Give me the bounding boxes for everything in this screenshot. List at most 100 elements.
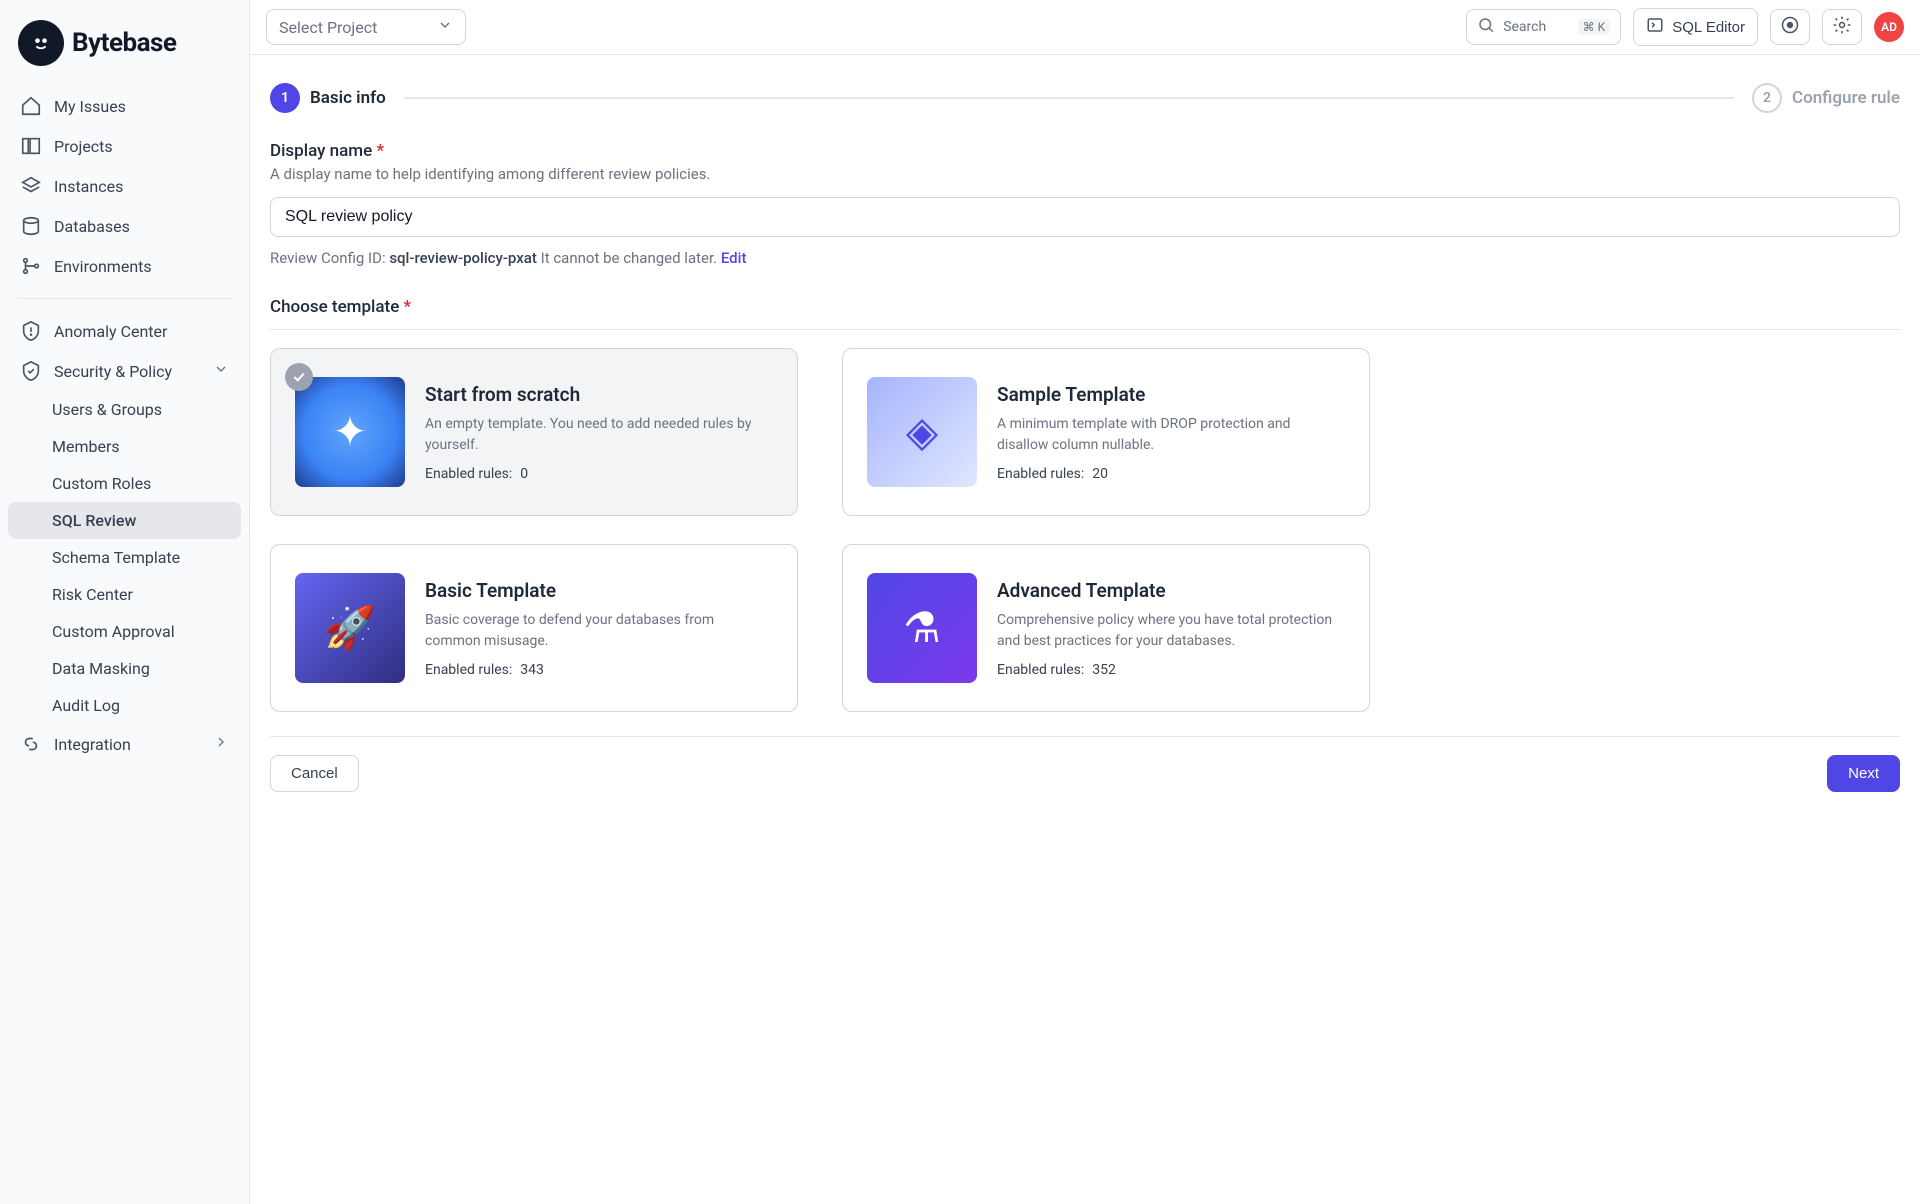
next-button[interactable]: Next <box>1827 755 1900 792</box>
avatar-initials: AD <box>1881 20 1897 34</box>
sidebar-item-label: Custom Roles <box>52 474 151 493</box>
template-illustration-icon: ◈ <box>867 377 977 487</box>
template-illustration-icon: ⚗ <box>867 573 977 683</box>
template-illustration-icon: 🚀 <box>295 573 405 683</box>
sidebar-item-custom-approval[interactable]: Custom Approval <box>8 613 241 650</box>
projects-icon <box>20 135 42 157</box>
template-rules-count: Enabled rules:343 <box>425 662 773 678</box>
sidebar-item-data-masking[interactable]: Data Masking <box>8 650 241 687</box>
template-illustration-icon: ✦ <box>295 377 405 487</box>
search-input[interactable]: Search ⌘ K <box>1466 9 1621 45</box>
terminal-icon <box>1646 16 1664 38</box>
sidebar-item-databases[interactable]: Databases <box>8 206 241 246</box>
step-configure-rule: 2 Configure rule <box>1752 83 1900 113</box>
sidebar-item-anomaly-center[interactable]: Anomaly Center <box>8 311 241 351</box>
template-description: Basic coverage to defend your databases … <box>425 610 773 652</box>
main: Select Project Search ⌘ K SQL Editor AD <box>250 0 1920 1204</box>
step-number: 2 <box>1752 83 1782 113</box>
sidebar-item-label: Instances <box>54 177 123 196</box>
template-description: Comprehensive policy where you have tota… <box>997 610 1345 652</box>
template-title: Start from scratch <box>425 383 773 406</box>
sidebar-item-label: Databases <box>54 217 130 236</box>
sql-editor-button[interactable]: SQL Editor <box>1633 8 1758 46</box>
display-name-label: Display name * <box>270 141 1900 161</box>
brand-name: Bytebase <box>72 28 176 58</box>
step-label: Configure rule <box>1792 88 1900 108</box>
review-config-id: sql-review-policy-pxat <box>389 249 537 267</box>
template-card-advanced[interactable]: ⚗ Advanced Template Comprehensive policy… <box>842 544 1370 712</box>
sidebar: Bytebase My Issues Projects Instances Da… <box>0 0 250 1204</box>
sidebar-item-environments[interactable]: Environments <box>8 246 241 286</box>
search-shortcut: ⌘ K <box>1578 19 1611 35</box>
required-indicator: * <box>376 141 384 161</box>
step-basic-info: 1 Basic info <box>270 83 386 113</box>
database-icon <box>20 215 42 237</box>
template-card-basic[interactable]: 🚀 Basic Template Basic coverage to defen… <box>270 544 798 712</box>
nav-divider <box>18 298 231 299</box>
sidebar-item-custom-roles[interactable]: Custom Roles <box>8 465 241 502</box>
required-indicator: * <box>404 297 412 317</box>
review-config-id-line: Review Config ID: sql-review-policy-pxat… <box>270 249 1900 267</box>
sidebar-item-label: My Issues <box>54 97 126 116</box>
circle-dot-icon <box>1780 15 1800 39</box>
sidebar-item-projects[interactable]: Projects <box>8 126 241 166</box>
sidebar-item-label: SQL Review <box>52 511 136 530</box>
sidebar-item-users-groups[interactable]: Users & Groups <box>8 391 241 428</box>
avatar[interactable]: AD <box>1874 12 1904 42</box>
step-number: 1 <box>270 83 300 113</box>
search-placeholder: Search <box>1503 19 1546 35</box>
brand-logo[interactable]: Bytebase <box>8 12 241 86</box>
sidebar-item-label: Custom Approval <box>52 622 175 641</box>
branch-icon <box>20 255 42 277</box>
template-rules-count: Enabled rules:0 <box>425 466 773 482</box>
project-selector-label: Select Project <box>279 18 377 37</box>
record-button[interactable] <box>1770 9 1810 45</box>
step-connector <box>404 97 1734 99</box>
sidebar-item-label: Integration <box>54 735 131 754</box>
cancel-button[interactable]: Cancel <box>270 755 359 792</box>
template-card-scratch[interactable]: ✦ Start from scratch An empty template. … <box>270 348 798 516</box>
section-divider <box>270 329 1900 330</box>
template-title: Basic Template <box>425 579 773 602</box>
sidebar-item-instances[interactable]: Instances <box>8 166 241 206</box>
chevron-down-icon <box>437 17 453 37</box>
sidebar-item-my-issues[interactable]: My Issues <box>8 86 241 126</box>
template-rules-count: Enabled rules:20 <box>997 466 1345 482</box>
sidebar-item-label: Security & Policy <box>54 362 172 381</box>
sidebar-item-label: Anomaly Center <box>54 322 167 341</box>
sidebar-item-label: Schema Template <box>52 548 180 567</box>
gear-icon <box>1832 15 1852 39</box>
template-card-sample[interactable]: ◈ Sample Template A minimum template wit… <box>842 348 1370 516</box>
sidebar-item-label: Audit Log <box>52 696 120 715</box>
template-title: Advanced Template <box>997 579 1345 602</box>
sidebar-item-sql-review[interactable]: SQL Review <box>8 502 241 539</box>
brand-mark-icon <box>18 20 64 66</box>
layers-icon <box>20 175 42 197</box>
step-label: Basic info <box>310 88 386 108</box>
sidebar-item-members[interactable]: Members <box>8 428 241 465</box>
display-name-input[interactable] <box>270 197 1900 237</box>
chevron-right-icon <box>213 734 229 754</box>
sidebar-item-label: Members <box>52 437 120 456</box>
sidebar-item-audit-log[interactable]: Audit Log <box>8 687 241 724</box>
wizard-steps: 1 Basic info 2 Configure rule <box>270 83 1900 113</box>
home-icon <box>20 95 42 117</box>
project-selector[interactable]: Select Project <box>266 9 466 45</box>
sidebar-item-schema-template[interactable]: Schema Template <box>8 539 241 576</box>
sidebar-item-integration[interactable]: Integration <box>8 724 241 764</box>
display-name-hint: A display name to help identifying among… <box>270 165 1900 183</box>
selected-check-icon <box>285 363 313 391</box>
template-title: Sample Template <box>997 383 1345 406</box>
template-description: An empty template. You need to add neede… <box>425 414 773 456</box>
sidebar-item-risk-center[interactable]: Risk Center <box>8 576 241 613</box>
footer: Cancel Next <box>270 755 1900 792</box>
settings-button[interactable] <box>1822 9 1862 45</box>
shield-check-icon <box>20 360 42 382</box>
template-rules-count: Enabled rules:352 <box>997 662 1345 678</box>
content: 1 Basic info 2 Configure rule Display na… <box>250 55 1920 1204</box>
sidebar-item-label: Environments <box>54 257 152 276</box>
sidebar-item-security-policy[interactable]: Security & Policy <box>8 351 241 391</box>
template-description: A minimum template with DROP protection … <box>997 414 1345 456</box>
chevron-down-icon <box>213 361 229 381</box>
edit-review-id-link[interactable]: Edit <box>721 249 747 267</box>
